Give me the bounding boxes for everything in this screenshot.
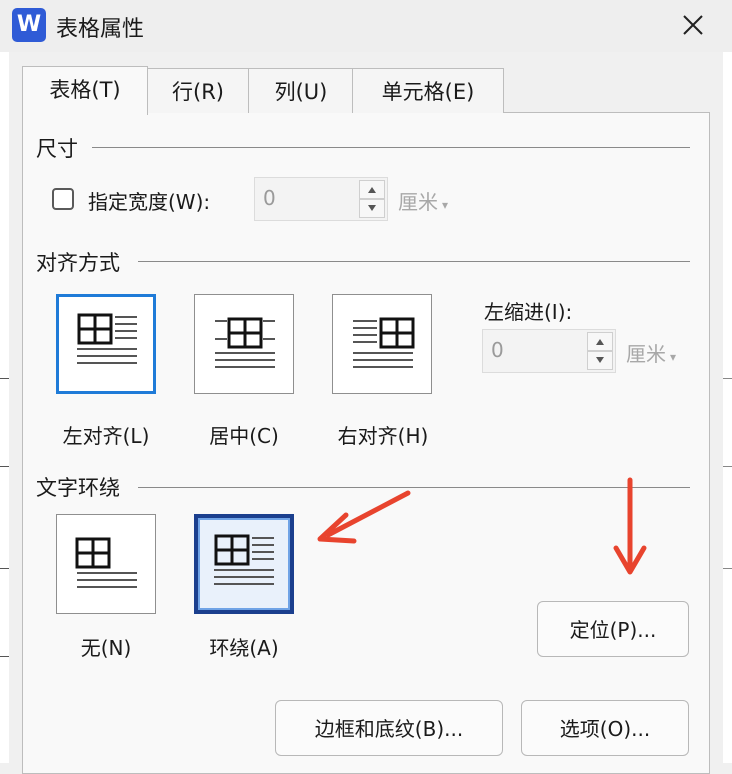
left-indent-spinbox[interactable]: 0 <box>482 329 616 373</box>
width-unit-label: 厘米 <box>398 190 438 214</box>
text-wrapping-heading: 文字环绕 <box>36 476 120 500</box>
alignment-heading: 对齐方式 <box>36 251 120 275</box>
width-unit-dropdown[interactable]: 厘米 ▾ <box>398 186 448 215</box>
background-document-right <box>723 52 732 763</box>
indent-unit-label: 厘米 <box>626 342 666 366</box>
background-rule <box>723 466 732 467</box>
divider <box>92 147 690 148</box>
table-align-right-icon <box>353 317 415 368</box>
table-align-left-icon <box>77 313 137 364</box>
background-rule <box>0 466 9 467</box>
specify-width-label: 指定宽度(W): <box>88 190 211 214</box>
background-rule <box>723 568 732 569</box>
position-button[interactable]: 定位(P)... <box>537 601 689 657</box>
align-left-label: 左对齐(L) <box>62 424 150 448</box>
close-button[interactable] <box>668 8 716 44</box>
spin-down-button[interactable] <box>587 351 613 370</box>
wrap-around-icon <box>214 534 274 585</box>
spin-up-button[interactable] <box>359 180 385 199</box>
spin-down-icon <box>596 357 604 363</box>
word-app-icon: W <box>12 8 46 42</box>
wrap-around-label: 环绕(A) <box>209 636 279 660</box>
dropdown-caret-icon: ▾ <box>670 350 677 364</box>
width-value: 0 <box>263 186 276 210</box>
divider <box>138 261 690 262</box>
spin-up-button[interactable] <box>587 332 613 351</box>
align-right-label: 右对齐(H) <box>337 424 429 448</box>
tab-table[interactable]: 表格(T) <box>22 66 148 115</box>
background-rule <box>0 378 9 379</box>
red-arrow-annotation <box>613 477 647 575</box>
table-align-center-icon <box>215 317 275 368</box>
wrap-none-icon <box>75 537 137 588</box>
dialog-title: 表格属性 <box>56 17 145 42</box>
width-spinbox[interactable]: 0 <box>254 177 388 221</box>
borders-shading-button[interactable]: 边框和底纹(B)... <box>275 700 503 756</box>
wrap-around-option[interactable] <box>194 514 294 614</box>
title-bar: W 表格属性 <box>0 0 732 52</box>
align-center-label: 居中(C) <box>209 424 279 448</box>
spin-down-button[interactable] <box>359 199 385 218</box>
wrap-none-option[interactable] <box>56 514 156 614</box>
align-center-option[interactable] <box>194 294 294 394</box>
background-rule <box>0 568 9 569</box>
dropdown-caret-icon: ▾ <box>442 198 449 212</box>
specify-width-checkbox[interactable] <box>52 188 74 210</box>
background-rule <box>0 656 9 657</box>
spin-down-icon <box>368 205 376 211</box>
left-indent-value: 0 <box>491 338 504 362</box>
size-heading: 尺寸 <box>36 137 78 161</box>
align-right-option[interactable] <box>332 294 432 394</box>
close-icon <box>683 15 703 35</box>
spin-up-icon <box>596 339 604 345</box>
tab-cell[interactable]: 单元格(E) <box>352 68 504 113</box>
tab-row[interactable]: 行(R) <box>146 68 250 113</box>
spin-up-icon <box>368 187 376 193</box>
align-left-option[interactable] <box>56 294 156 394</box>
tab-column[interactable]: 列(U) <box>248 68 354 113</box>
wrap-none-label: 无(N) <box>80 636 132 660</box>
red-arrow-annotation <box>317 490 411 544</box>
options-button[interactable]: 选项(O)... <box>521 700 689 756</box>
left-indent-label: 左缩进(I): <box>484 300 573 324</box>
indent-unit-dropdown[interactable]: 厘米 ▾ <box>626 338 676 367</box>
background-rule <box>723 378 732 379</box>
